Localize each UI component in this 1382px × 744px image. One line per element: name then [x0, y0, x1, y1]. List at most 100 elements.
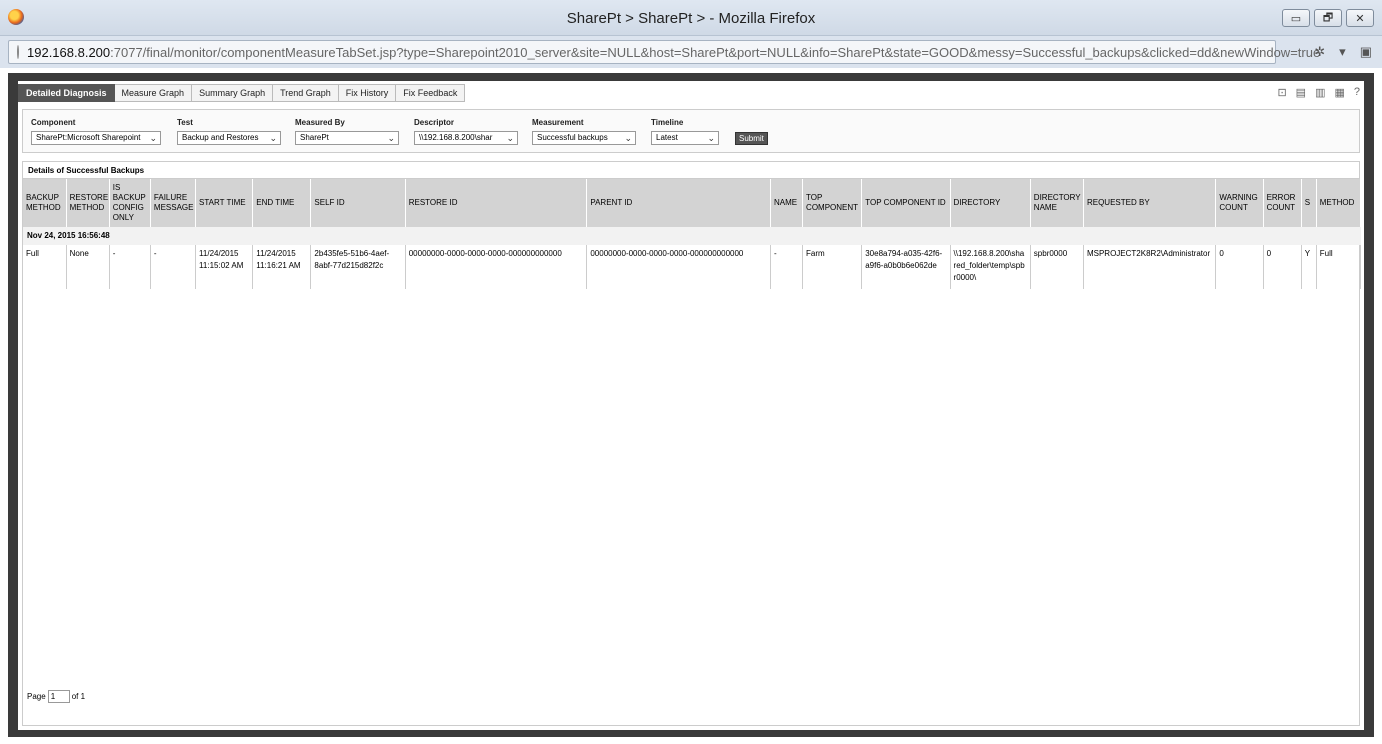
minimize-button[interactable]: ▭ — [1282, 9, 1310, 27]
dropdown-icon[interactable]: ▾ — [1339, 44, 1346, 60]
tab-trend-graph[interactable]: Trend Graph — [273, 84, 339, 102]
test-label: Test — [177, 118, 193, 127]
tab-fix-feedback[interactable]: Fix Feedback — [396, 84, 466, 102]
col-header[interactable]: REQUESTED BY — [1083, 179, 1217, 227]
test-value: Backup and Restores — [182, 133, 259, 142]
url-path: :7077/final/monitor/componentMeasureTabS… — [110, 44, 1321, 60]
col-header[interactable]: TOP COMPONENT — [802, 179, 863, 227]
table-cell: 0 — [1215, 245, 1264, 289]
tab-bar: Detailed Diagnosis Measure Graph Summary… — [18, 84, 466, 102]
col-header[interactable]: DIRECTORY — [950, 179, 1031, 227]
details-panel: Details of Successful Backups BACKUP MET… — [22, 161, 1362, 726]
measurement-value: Successful backups — [537, 133, 608, 142]
table-cell: - — [109, 245, 151, 289]
table-cell: Full — [23, 245, 67, 289]
globe-icon — [17, 45, 19, 59]
col-header[interactable]: SELF ID — [310, 179, 406, 227]
page-number-input[interactable] — [47, 690, 70, 703]
maximize-button[interactable]: 🗗 — [1314, 9, 1342, 27]
submit-button[interactable]: Submit — [735, 132, 768, 145]
table-cell: MSPROJECT2K8R2\Administrator — [1083, 245, 1217, 289]
page-tool-icon[interactable]: ▣ — [1360, 44, 1372, 60]
table-row: Full None - - 11/24/2015 11:15:02 AM 11/… — [23, 245, 1362, 289]
tab-fix-history[interactable]: Fix History — [338, 84, 397, 102]
col-header[interactable]: METHOD — [1316, 179, 1362, 227]
table-cell: \\192.168.8.200\shared_folder\temp\spbr0… — [950, 245, 1031, 289]
col-header[interactable]: NAME — [770, 179, 804, 227]
descriptor-value: \\192.168.8.200\shar — [419, 133, 493, 142]
col-header[interactable]: FAILURE MESSAGE — [150, 179, 197, 227]
col-header[interactable]: RESTORE METHOD — [66, 179, 110, 227]
tab-summary-graph[interactable]: Summary Graph — [192, 84, 274, 102]
col-header[interactable]: BACKUP METHOD — [23, 179, 67, 227]
component-label: Component — [31, 118, 76, 127]
filter-panel: Component SharePt:Microsoft Sharepoint ⌄ … — [22, 109, 1360, 153]
panel-title: Details of Successful Backups — [23, 162, 1359, 179]
address-bar-row: 192.168.8.200 :7077/final/monitor/compon… — [0, 36, 1382, 68]
test-select[interactable]: Backup and Restores ⌄ — [177, 131, 281, 145]
page-frame: Detailed Diagnosis Measure Graph Summary… — [8, 73, 1374, 737]
measured-by-select[interactable]: SharePt ⌄ — [295, 131, 399, 145]
chevron-down-icon: ⌄ — [707, 133, 715, 143]
group-row: Nov 24, 2015 16:56:48 — [23, 227, 1361, 245]
table-cell: - — [150, 245, 197, 289]
table-cell: Y — [1301, 245, 1317, 289]
pagination: Page of 1 — [27, 690, 85, 703]
address-bar[interactable]: 192.168.8.200 :7077/final/monitor/compon… — [8, 40, 1320, 64]
table-cell: None — [66, 245, 110, 289]
component-select[interactable]: SharePt:Microsoft Sharepoint ⌄ — [31, 131, 161, 145]
col-header[interactable]: IS BACKUP CONFIG ONLY — [109, 179, 151, 227]
table-cell: - — [770, 245, 804, 289]
col-header[interactable]: END TIME — [252, 179, 312, 227]
table-cell: 11/24/2015 11:16:21 AM — [252, 245, 312, 289]
table-cell: Full — [1316, 245, 1362, 289]
col-header[interactable]: TOP COMPONENT ID — [861, 179, 951, 227]
col-header[interactable]: START TIME — [195, 179, 254, 227]
col-header[interactable]: RESTORE ID — [405, 179, 588, 227]
descriptor-label: Descriptor — [414, 118, 455, 127]
col-header[interactable]: DIRECTORY NAME — [1030, 179, 1084, 227]
table-cell: 2b435fe5-51b6-4aef-8abf-77d215d82f2c — [310, 245, 406, 289]
print-icon[interactable]: ▦ — [1334, 86, 1344, 99]
descriptor-select[interactable]: \\192.168.8.200\shar ⌄ — [414, 131, 518, 145]
col-header[interactable]: WARNING COUNT — [1215, 179, 1264, 227]
url-host: 192.168.8.200 — [27, 44, 111, 60]
chevron-down-icon: ⌄ — [624, 133, 632, 143]
help-icon[interactable]: ? — [1354, 86, 1360, 99]
table-cell: 0 — [1263, 245, 1302, 289]
tab-detailed-diagnosis[interactable]: Detailed Diagnosis — [18, 84, 115, 102]
tab-measure-graph[interactable]: Measure Graph — [114, 84, 193, 102]
table-cell: 11/24/2015 11:15:02 AM — [195, 245, 254, 289]
table-cell: Farm — [802, 245, 863, 289]
measured-by-value: SharePt — [300, 133, 329, 142]
window-title: SharePt > SharePt > - Mozilla Firefox — [566, 10, 816, 27]
close-button[interactable]: ✕ — [1346, 9, 1374, 27]
timeline-label: Timeline — [651, 118, 684, 127]
chevron-down-icon: ⌄ — [387, 133, 395, 143]
page-label: Page — [27, 692, 46, 701]
page-content: Detailed Diagnosis Measure Graph Summary… — [18, 81, 1364, 730]
measured-by-label: Measured By — [295, 118, 345, 127]
chevron-down-icon: ⌄ — [506, 133, 514, 143]
table-header-row: BACKUP METHOD RESTORE METHOD IS BACKUP C… — [23, 179, 1362, 227]
page-of-label: of 1 — [71, 692, 86, 701]
group-label: Nov 24, 2015 16:56:48 — [23, 227, 1361, 245]
col-header[interactable]: S — [1301, 179, 1317, 227]
col-header[interactable]: ERROR COUNT — [1263, 179, 1302, 227]
details-table: BACKUP METHOD RESTORE METHOD IS BACKUP C… — [23, 179, 1362, 289]
timeline-value: Latest — [656, 133, 678, 142]
save-icon[interactable]: ▤ — [1296, 86, 1306, 99]
chevron-down-icon: ⌄ — [269, 133, 277, 143]
zoom-icon[interactable]: ⊡ — [1277, 86, 1286, 99]
col-header[interactable]: PARENT ID — [586, 179, 771, 227]
table-cell: 00000000-0000-0000-0000-000000000000 — [586, 245, 771, 289]
addon-icon[interactable]: ✲ — [1314, 44, 1325, 60]
window-titlebar: SharePt > SharePt > - Mozilla Firefox ▭ … — [0, 0, 1382, 36]
chevron-down-icon: ⌄ — [149, 133, 157, 143]
timeline-select[interactable]: Latest ⌄ — [651, 131, 719, 145]
measurement-label: Measurement — [532, 118, 584, 127]
export-icon[interactable]: ▥ — [1315, 86, 1325, 99]
component-value: SharePt:Microsoft Sharepoint — [36, 133, 141, 142]
measurement-select[interactable]: Successful backups ⌄ — [532, 131, 636, 145]
table-cell: 00000000-0000-0000-0000-000000000000 — [405, 245, 588, 289]
